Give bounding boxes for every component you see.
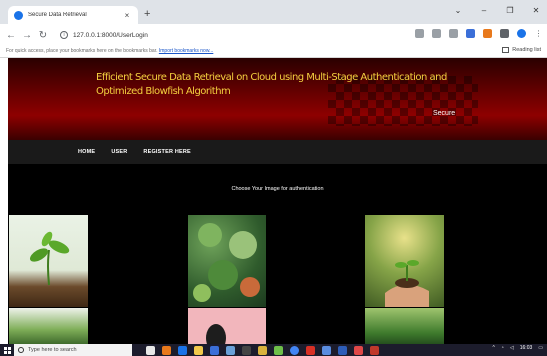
succulents-image[interactable] bbox=[188, 215, 266, 307]
site-info-icon[interactable]: i bbox=[60, 31, 68, 39]
menu-icon[interactable]: ⋮ bbox=[534, 29, 543, 38]
shield-extension-icon[interactable] bbox=[466, 29, 475, 38]
reading-list-button[interactable]: Reading list bbox=[502, 47, 541, 53]
tab-close-icon[interactable]: × bbox=[122, 11, 132, 20]
address-bar[interactable]: i 127.0.0.1:8000/UserLogin bbox=[56, 28, 356, 43]
metamask-icon[interactable] bbox=[483, 29, 492, 38]
windows-taskbar: Type here to search ^ ◔ ◁ 16:03 ▭ bbox=[0, 344, 547, 356]
browser-tabstrip: Secure Data Retrieval × + ⌄ – ❐ ✕ bbox=[0, 0, 547, 24]
share-icon[interactable] bbox=[432, 29, 441, 38]
browser-toolbar: ← → ↻ i 127.0.0.1:8000/UserLogin ⋮ bbox=[0, 24, 547, 46]
tab-title: Secure Data Retrieval bbox=[28, 12, 87, 18]
file-explorer-icon[interactable] bbox=[194, 345, 203, 355]
network-icon[interactable]: ◔ bbox=[501, 345, 504, 351]
search-icon bbox=[18, 347, 24, 353]
favicon-icon bbox=[14, 10, 23, 20]
back-icon[interactable]: ← bbox=[4, 30, 18, 41]
start-button[interactable] bbox=[0, 344, 14, 356]
close-window-button[interactable]: ✕ bbox=[529, 4, 543, 18]
taskbar-search-box[interactable]: Type here to search bbox=[14, 344, 132, 356]
extension-icons: ⋮ bbox=[415, 29, 543, 38]
import-bookmarks-link[interactable]: Import bookmarks now... bbox=[159, 48, 213, 54]
new-tab-button[interactable]: + bbox=[144, 7, 150, 21]
taskbar-search-placeholder: Type here to search bbox=[28, 347, 77, 353]
app-icon-1[interactable] bbox=[162, 345, 171, 355]
pdf-icon[interactable] bbox=[354, 345, 363, 355]
nav-register-link[interactable]: REGISTER HERE bbox=[143, 149, 191, 155]
main-nav: HOME USER REGISTER HERE bbox=[8, 140, 547, 164]
chrome-icon[interactable] bbox=[290, 345, 299, 355]
app-icon-4[interactable] bbox=[242, 345, 251, 355]
url-text[interactable]: 127.0.0.1:8000/UserLogin bbox=[73, 32, 148, 39]
word-icon[interactable] bbox=[338, 345, 347, 355]
volume-icon[interactable]: ◁ bbox=[510, 345, 514, 351]
app-icon-3[interactable] bbox=[226, 345, 235, 355]
edge-icon[interactable] bbox=[178, 345, 187, 355]
tab-search-icon[interactable]: ⌄ bbox=[451, 4, 465, 18]
window-controls: ⌄ – ❐ ✕ bbox=[451, 4, 543, 18]
plant-sprout-image[interactable] bbox=[9, 215, 88, 307]
site-tagline: Secure bbox=[433, 110, 456, 117]
app-icon-2[interactable] bbox=[210, 345, 219, 355]
store-icon[interactable] bbox=[258, 345, 267, 355]
chevron-up-icon[interactable]: ^ bbox=[493, 345, 495, 351]
bookmarks-message: For quick access, place your bookmarks h… bbox=[6, 48, 213, 54]
header-banner: Efficient Secure Data Retrieval on Cloud… bbox=[8, 58, 547, 140]
app-icon-5[interactable] bbox=[274, 345, 283, 355]
app-icon-7[interactable] bbox=[322, 345, 331, 355]
reload-icon[interactable]: ↻ bbox=[36, 30, 50, 41]
windows-logo-icon bbox=[3, 346, 11, 354]
nav-user-link[interactable]: USER bbox=[111, 149, 127, 155]
auth-prompt: Choose Your Image for authentication bbox=[231, 186, 324, 192]
puzzle-icon[interactable] bbox=[500, 29, 509, 38]
web-page: Efficient Secure Data Retrieval on Cloud… bbox=[8, 58, 547, 344]
plant-row-image[interactable] bbox=[9, 308, 88, 344]
site-title: Efficient Secure Data Retrieval on Cloud… bbox=[96, 72, 447, 97]
system-tray: ^ ◔ ◁ 16:03 ▭ bbox=[493, 345, 544, 351]
pink-background-image[interactable] bbox=[188, 308, 266, 344]
task-view-icon[interactable] bbox=[146, 345, 155, 355]
nav-home-link[interactable]: HOME bbox=[78, 149, 95, 155]
forward-icon[interactable]: → bbox=[20, 30, 34, 41]
profile-avatar[interactable] bbox=[517, 29, 526, 38]
minimize-button[interactable]: – bbox=[477, 4, 491, 18]
clock[interactable]: 16:03 bbox=[520, 345, 533, 351]
app-icon-6[interactable] bbox=[306, 345, 315, 355]
app-icon-8[interactable] bbox=[370, 345, 379, 355]
reading-list-icon bbox=[502, 47, 510, 53]
bookmarks-bar: For quick access, place your bookmarks h… bbox=[0, 46, 547, 58]
maximize-button[interactable]: ❐ bbox=[503, 4, 517, 18]
browser-tab[interactable]: Secure Data Retrieval × bbox=[8, 6, 138, 24]
notifications-icon[interactable]: ▭ bbox=[538, 345, 543, 351]
key-icon[interactable] bbox=[415, 29, 424, 38]
hands-plant-image[interactable] bbox=[365, 215, 444, 307]
reading-list-label: Reading list bbox=[512, 47, 541, 53]
star-icon[interactable] bbox=[449, 29, 458, 38]
trees-image[interactable] bbox=[365, 308, 444, 344]
taskbar-apps bbox=[146, 345, 379, 355]
bookmarks-message-text: For quick access, place your bookmarks h… bbox=[6, 48, 158, 54]
